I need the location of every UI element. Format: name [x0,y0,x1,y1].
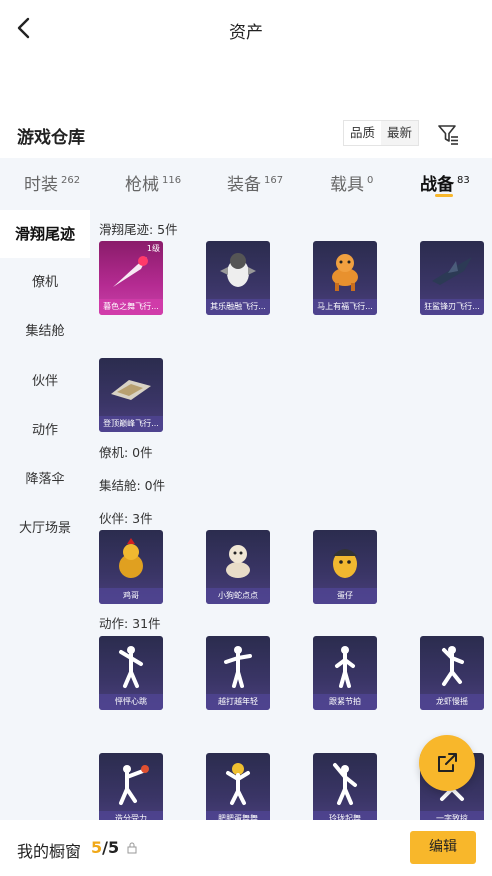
item-grid: 滑翔尾迹: 5件 1级 暮色之舞飞行... 其乐融融飞行... 马上有福飞行..… [90,210,492,820]
share-button[interactable] [419,735,475,791]
sidebar-item-emote[interactable]: 动作 [0,407,90,455]
external-link-icon [438,753,457,772]
shark-jet-icon [432,257,472,285]
snake-dog-icon [226,545,250,578]
lock-icon [127,842,137,854]
section-label-emote: 动作: 31件 [99,616,161,631]
tab-fashion[interactable]: 时装 262 [24,170,80,195]
item-card[interactable]: 其乐融融飞行... [206,241,270,315]
glide-trail-icon [113,256,148,287]
tab-vehicles[interactable]: 载具 0 [330,170,373,195]
item-card[interactable]: 登顶巅峰飞行... [99,358,163,432]
dancer-icon [224,646,252,688]
page-title: 资产 [229,23,263,43]
egg-icon [333,549,357,578]
section-label-partner: 伙伴: 3件 [99,511,153,526]
filter-icon[interactable] [436,122,460,146]
item-card[interactable]: 小狗蛇点点 [206,530,270,604]
dancer-icon [226,763,250,805]
section-label-wingman: 僚机: 0件 [99,445,153,460]
tab-guns[interactable]: 枪械 116 [125,170,181,195]
sidebar-item-capsule[interactable]: 集结舱 [0,308,90,356]
dancer-icon [333,763,357,805]
item-card[interactable]: 蛋仔 [313,530,377,604]
showcase-label: 我的橱窗 [17,842,82,861]
tab-equipment[interactable]: 装备 167 [227,170,283,195]
penguin-icon [220,253,256,287]
warehouse-header: 游戏仓库 品质 最新 [0,115,492,155]
sidebar-item-glide-trail[interactable]: 滑翔尾迹 [0,210,90,258]
dancer-icon [119,765,149,805]
sidebar-item-parachute[interactable]: 降落伞 [0,456,90,504]
sidebar-item-partner[interactable]: 伙伴 [0,358,90,406]
showcase-bar: 我的橱窗 5/5 编辑 [0,820,492,876]
sort-latest-button[interactable]: 最新 [381,121,418,145]
item-card[interactable]: 鸡哥 [99,530,163,604]
warehouse-title: 游戏仓库 [17,128,85,148]
sort-quality-button[interactable]: 品质 [344,121,382,145]
edit-button[interactable]: 编辑 [410,831,476,864]
sidebar-item-wingman[interactable]: 僚机 [0,259,90,307]
item-card[interactable]: 怦怦心跳 [99,636,163,710]
horse-icon [332,254,358,291]
item-card[interactable]: 造分受力 [99,753,163,820]
top-bar: 资产 [0,0,492,60]
sort-toggle: 品质 最新 [343,120,420,146]
category-tabs: 时装 262 枪械 116 装备 167 载具 0 战备 83 [0,158,492,210]
sidebar: 滑翔尾迹 僚机 集结舱 伙伴 动作 降落伞 大厅场景 [0,210,90,820]
item-card[interactable]: 龙虾慢摇 [420,636,484,710]
item-card[interactable]: 狂鲨锋刃飞行... [420,241,484,315]
tab-combat-gear[interactable]: 战备 83 [420,170,470,195]
section-label-glide: 滑翔尾迹: 5件 [99,222,178,237]
item-card[interactable]: 马上有福飞行... [313,241,377,315]
item-card[interactable]: 越打越年轻 [206,636,270,710]
active-tab-indicator [435,194,453,197]
dancer-icon [442,646,464,686]
dancer-icon [119,646,143,688]
jet-icon [111,380,151,400]
section-label-capsule: 集结舱: 0件 [99,478,166,493]
dancer-icon [335,646,355,688]
item-card[interactable]: 玲珑起舞 [313,753,377,820]
item-card[interactable]: 1级 暮色之舞飞行... [99,241,163,315]
chicken-icon [119,538,143,578]
item-card[interactable]: 跟紧节拍 [313,636,377,710]
sidebar-item-lobby-scene[interactable]: 大厅场景 [0,505,90,553]
item-card[interactable]: 肥肥蛋舞舞 [206,753,270,820]
showcase-count: 5/5 [91,838,120,857]
